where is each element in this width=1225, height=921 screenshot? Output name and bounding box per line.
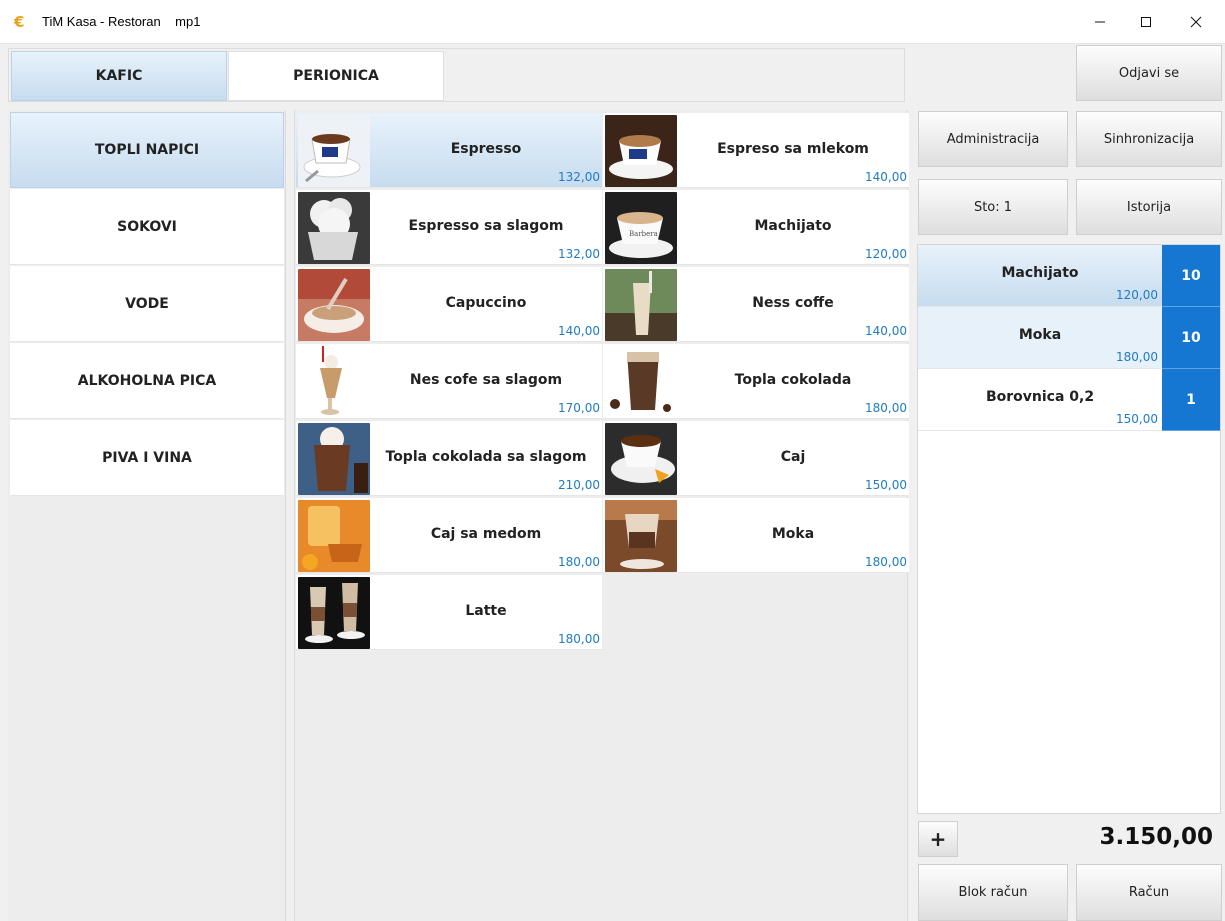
espresso-milk-icon (605, 115, 677, 187)
order-item-quantity[interactable]: 1 (1162, 369, 1220, 431)
product-name: Topla cokolada (734, 372, 852, 388)
product-tile[interactable]: Capuccino 140,00 (296, 267, 602, 342)
product-price: 180,00 (865, 401, 907, 415)
product-price: 150,00 (865, 478, 907, 492)
product-name: Nes cofe sa slagom (409, 372, 563, 388)
product-tile[interactable]: Moka 180,00 (603, 498, 909, 573)
product-tile[interactable]: Espreso sa mlekom 140,00 (603, 113, 909, 188)
hot-chocolate-icon (605, 346, 677, 418)
whipped-cream-icon (298, 192, 370, 264)
product-tile[interactable]: Nes cofe sa slagom 170,00 (296, 344, 602, 419)
macchiato-icon: Barbera (605, 192, 677, 264)
category-alkoholna-pica[interactable]: ALKOHOLNA PICA (10, 343, 284, 419)
honey-tea-icon (298, 500, 370, 572)
logout-button[interactable]: Odjavi se (1076, 45, 1222, 101)
product-price: 120,00 (865, 247, 907, 261)
administration-button[interactable]: Administracija (918, 111, 1068, 167)
tab-kafic[interactable]: KAFIC (11, 51, 227, 101)
product-grid: Espresso 132,00 Espreso sa mlekom 140,00… (294, 110, 909, 921)
tab-perionica[interactable]: PERIONICA (228, 51, 444, 101)
product-tile[interactable]: Topla cokolada sa slagom 210,00 (296, 421, 602, 496)
title-bar: € TiM Kasa - Restoran mp1 (0, 0, 1225, 44)
order-item[interactable]: Moka 180,00 (918, 307, 1162, 369)
espresso-cup-icon (298, 115, 370, 187)
product-name: Espresso (450, 141, 522, 157)
category-vode[interactable]: VODE (10, 266, 284, 342)
product-name: Ness coffe (752, 295, 834, 311)
product-price: 180,00 (865, 555, 907, 569)
add-button[interactable]: + (918, 821, 958, 857)
product-price: 170,00 (558, 401, 600, 415)
cappuccino-icon (298, 269, 370, 341)
order-item-price: 180,00 (1116, 350, 1158, 364)
chocolate-cream-icon (298, 423, 370, 495)
product-name: Latte (465, 603, 507, 619)
order-item[interactable]: Borovnica 0,2 150,00 (918, 369, 1162, 431)
product-name: Caj (780, 449, 806, 465)
product-name: Topla cokolada sa slagom (385, 449, 587, 465)
product-price: 140,00 (865, 324, 907, 338)
order-item-quantity[interactable]: 10 (1162, 307, 1220, 369)
product-name: Machijato (754, 218, 832, 234)
section-tabs: KAFIC PERIONICA (8, 48, 905, 102)
minimize-icon[interactable] (1077, 0, 1123, 44)
product-name: Espreso sa mlekom (717, 141, 869, 157)
block-receipt-button[interactable]: Blok račun (918, 864, 1068, 921)
product-tile[interactable]: Caj sa medom 180,00 (296, 498, 602, 573)
history-button[interactable]: Istorija (1076, 179, 1222, 235)
product-name: Espresso sa slagom (408, 218, 564, 234)
product-price: 132,00 (558, 170, 600, 184)
product-price: 140,00 (558, 324, 600, 338)
product-tile[interactable]: Caj 150,00 (603, 421, 909, 496)
product-tile[interactable]: Espresso sa slagom 132,00 (296, 190, 602, 265)
order-total: 3.150,00 (1099, 824, 1214, 850)
category-piva-i-vina[interactable]: PIVA I VINA (10, 420, 284, 496)
iced-coffee-icon (605, 269, 677, 341)
table-button[interactable]: Sto: 1 (918, 179, 1068, 235)
tea-cup-icon (605, 423, 677, 495)
latte-glass-icon (298, 577, 370, 649)
window-title: TiM Kasa - Restoran mp1 (42, 14, 201, 29)
order-item-name: Borovnica 0,2 (985, 389, 1095, 405)
product-price: 140,00 (865, 170, 907, 184)
order-list: Machijato 120,00 10 Moka 180,00 10 Borov… (917, 244, 1221, 814)
euro-app-icon: € (14, 13, 25, 31)
maximize-icon[interactable] (1123, 0, 1169, 44)
product-tile[interactable]: Ness coffe 140,00 (603, 267, 909, 342)
category-topli-napici[interactable]: TOPLI NAPICI (10, 112, 284, 188)
category-list: TOPLI NAPICI SOKOVI VODE ALKOHOLNA PICA … (8, 110, 286, 921)
product-name: Moka (771, 526, 815, 542)
mocha-glass-icon (605, 500, 677, 572)
order-item-price: 120,00 (1116, 288, 1158, 302)
order-item-name: Moka (1018, 327, 1062, 343)
product-tile[interactable]: Latte 180,00 (296, 575, 602, 650)
sync-button[interactable]: Sinhronizacija (1076, 111, 1222, 167)
product-name: Capuccino (445, 295, 527, 311)
product-tile[interactable]: Topla cokolada 180,00 (603, 344, 909, 419)
category-sokovi[interactable]: SOKOVI (10, 189, 284, 265)
product-tile[interactable]: Barbera Machijato 120,00 (603, 190, 909, 265)
svg-text:Barbera: Barbera (629, 230, 658, 238)
product-tile[interactable]: Espresso 132,00 (296, 113, 602, 188)
product-price: 180,00 (558, 632, 600, 646)
order-item[interactable]: Machijato 120,00 (918, 245, 1162, 307)
product-name: Caj sa medom (430, 526, 542, 542)
product-price: 132,00 (558, 247, 600, 261)
product-price: 210,00 (558, 478, 600, 492)
order-item-quantity[interactable]: 10 (1162, 245, 1220, 307)
close-icon[interactable] (1173, 0, 1219, 44)
order-item-price: 150,00 (1116, 412, 1158, 426)
product-price: 180,00 (558, 555, 600, 569)
frappe-icon (298, 346, 370, 418)
order-item-name: Machijato (1001, 265, 1079, 281)
receipt-button[interactable]: Račun (1076, 864, 1222, 921)
